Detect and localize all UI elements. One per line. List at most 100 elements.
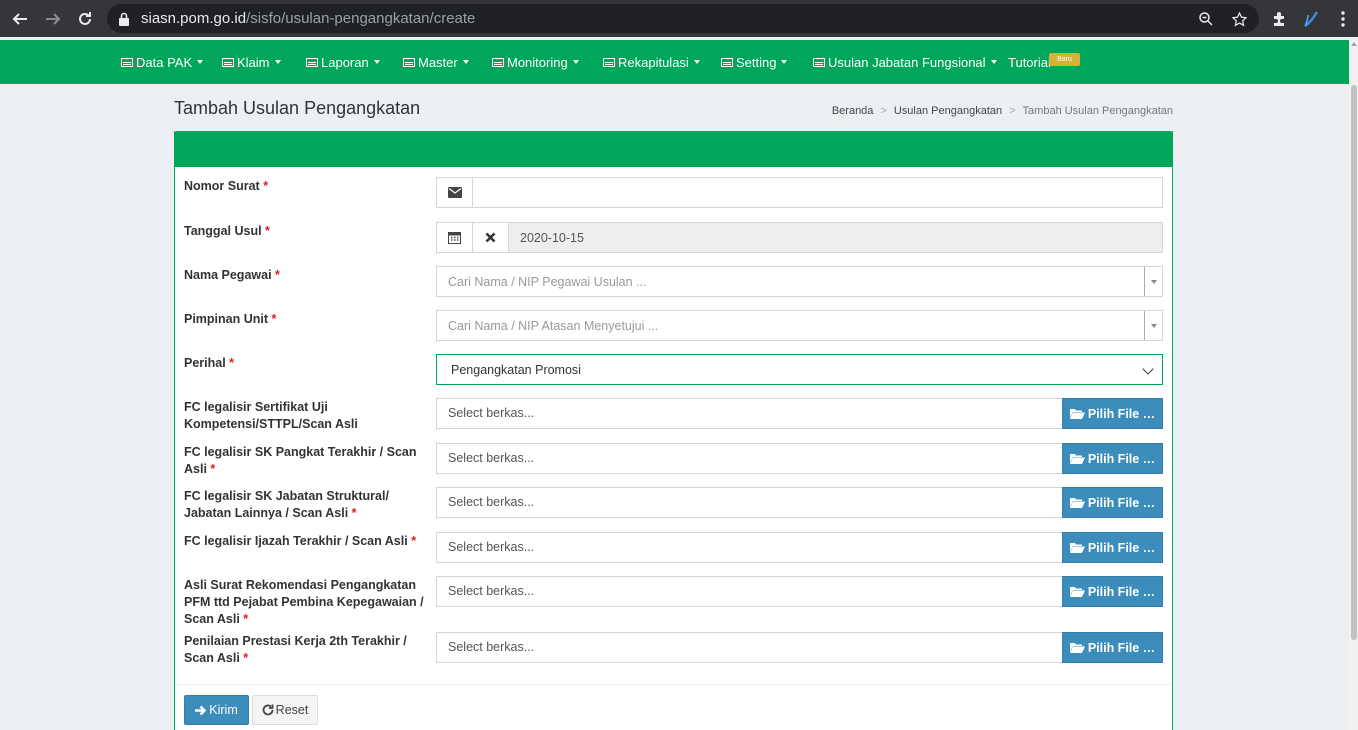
calendar-icon[interactable] — [437, 223, 473, 252]
file-input-sk-pangkat[interactable]: Select berkas... Pilih File … — [436, 443, 1163, 474]
label-file-penilaian-prestasi: Penilaian Prestasi Kerja 2th Terakhir / S… — [184, 634, 407, 665]
nav-item-monitoring[interactable]: Monitoring — [492, 54, 579, 70]
scrollbar-thumb[interactable] — [1351, 85, 1357, 640]
main-navbar: Data PAK Klaim Laporan Master Monitoring… — [0, 40, 1349, 84]
pick-file-button[interactable]: Pilih File … — [1062, 443, 1163, 474]
folder-open-icon — [1069, 586, 1085, 597]
extensions-puzzle-icon[interactable] — [1268, 0, 1290, 37]
envelope-icon — [437, 178, 473, 207]
folder-open-icon — [1069, 642, 1085, 653]
caret-down-icon — [373, 60, 380, 64]
file-placeholder: Select berkas... — [448, 540, 535, 554]
label-nama-pegawai: Nama Pegawai * — [184, 268, 280, 282]
file-input-sertifikat[interactable]: Select berkas... Pilih File … — [436, 398, 1163, 429]
table-icon — [492, 57, 504, 67]
reload-icon[interactable] — [69, 0, 101, 37]
pimpinan-unit-placeholder: Cari Nama / NIP Atasan Menyetujui ... — [448, 318, 659, 333]
nav-item-usulan-jabatan-fungsional[interactable]: Usulan Jabatan Fungsional — [813, 54, 997, 70]
dropdown-arrow-icon[interactable] — [1144, 267, 1162, 296]
caret-down-icon — [462, 60, 469, 64]
back-arrow-icon[interactable] — [4, 0, 36, 37]
extension-swoosh-icon[interactable] — [1300, 0, 1322, 37]
breadcrumb-separator-icon: > — [880, 105, 887, 117]
nav-item-rekapitulasi[interactable]: Rekapitulasi — [603, 54, 700, 70]
pimpinan-unit-select[interactable]: Cari Nama / NIP Atasan Menyetujui ... — [436, 310, 1163, 341]
nav-item-klaim[interactable]: Klaim — [222, 54, 281, 70]
perihal-select[interactable]: Pengangkatan Promosi — [436, 354, 1163, 385]
table-icon — [121, 57, 133, 67]
tanggal-usul-group: 2020-10-15 — [436, 222, 1163, 253]
scroll-up-arrow-icon[interactable] — [1351, 42, 1357, 46]
reset-button[interactable]: Reset — [252, 695, 318, 725]
refresh-icon — [262, 704, 274, 716]
nav-item-tutorial[interactable]: Tutorial — [1008, 54, 1051, 70]
url-text: siasn.pom.go.id/sisfo/usulan-pengangkata… — [141, 10, 476, 27]
bookmark-star-icon[interactable] — [1228, 8, 1250, 30]
form-footer-divider — [175, 684, 1172, 685]
pick-file-button[interactable]: Pilih File … — [1062, 487, 1163, 518]
folder-open-icon — [1069, 453, 1085, 464]
address-bar[interactable]: siasn.pom.go.id/sisfo/usulan-pengangkata… — [107, 4, 1259, 33]
perihal-selected-value: Pengangkatan Promosi — [451, 362, 581, 377]
browser-toolbar: siasn.pom.go.id/sisfo/usulan-pengangkata… — [0, 0, 1358, 37]
menu-kebab-icon[interactable] — [1334, 0, 1352, 37]
table-icon — [721, 57, 733, 67]
pick-file-button[interactable]: Pilih File … — [1062, 576, 1163, 607]
pick-file-button[interactable]: Pilih File … — [1062, 532, 1163, 563]
caret-down-icon — [274, 60, 281, 64]
file-placeholder: Select berkas... — [448, 451, 535, 465]
tanggal-usul-input[interactable]: 2020-10-15 — [509, 223, 1162, 252]
new-badge: Baru — [1049, 53, 1080, 66]
file-input-surat-rekomendasi[interactable]: Select berkas... Pilih File … — [436, 576, 1163, 607]
pick-file-button[interactable]: Pilih File … — [1062, 398, 1163, 429]
caret-down-icon — [572, 60, 579, 64]
page-title: Tambah Usulan Pengangkatan — [174, 98, 421, 118]
breadcrumb-beranda[interactable]: Beranda — [832, 105, 874, 117]
label-nomor-surat: Nomor Surat * — [184, 179, 269, 193]
label-file-sk-jabatan: FC legalisir SK Jabatan Struktural/Jabat… — [184, 489, 389, 520]
arrow-right-icon — [195, 705, 207, 716]
folder-open-icon — [1069, 497, 1085, 508]
file-input-ijazah[interactable]: Select berkas... Pilih File … — [436, 532, 1163, 563]
nav-item-setting[interactable]: Setting — [721, 54, 788, 70]
nomor-surat-group — [436, 177, 1163, 208]
table-icon — [222, 57, 234, 67]
file-placeholder: Select berkas... — [448, 640, 535, 654]
caret-down-icon — [781, 60, 788, 64]
caret-down-icon — [990, 60, 997, 64]
table-icon — [603, 57, 615, 67]
nomor-surat-input[interactable] — [473, 178, 1162, 207]
label-pimpinan-unit: Pimpinan Unit * — [184, 312, 277, 326]
breadcrumb-current: Tambah Usulan Pengangkatan — [1022, 105, 1173, 117]
nav-item-laporan[interactable]: Laporan — [306, 54, 380, 70]
nama-pegawai-placeholder: Cari Nama / NIP Pegawai Usulan ... — [448, 274, 647, 289]
breadcrumb-usulan-pengangkatan[interactable]: Usulan Pengangkatan — [894, 105, 1002, 117]
label-perihal: Perihal * — [184, 356, 235, 370]
clear-x-icon[interactable] — [473, 223, 509, 252]
file-input-penilaian-prestasi[interactable]: Select berkas... Pilih File … — [436, 632, 1163, 663]
nav-item-data-pak[interactable]: Data PAK — [121, 54, 204, 70]
breadcrumb: Beranda > Usulan Pengangkatan > Tambah U… — [832, 105, 1173, 117]
dropdown-arrow-icon[interactable] — [1144, 311, 1162, 340]
table-icon — [403, 57, 415, 67]
table-icon — [306, 57, 318, 67]
lock-icon — [119, 11, 129, 26]
nav-item-master[interactable]: Master — [403, 54, 469, 70]
file-placeholder: Select berkas... — [448, 406, 535, 420]
file-placeholder: Select berkas... — [448, 495, 535, 509]
submit-button[interactable]: Kirim — [184, 695, 249, 725]
caret-down-icon — [197, 60, 204, 64]
file-placeholder: Select berkas... — [448, 584, 535, 598]
label-tanggal-usul: Tanggal Usul * — [184, 224, 270, 238]
label-file-ijazah: FC legalisir Ijazah Terakhir / Scan Asli… — [184, 534, 417, 548]
form-box-header — [174, 131, 1173, 167]
chevron-down-icon — [1142, 363, 1154, 375]
breadcrumb-separator-icon: > — [1009, 105, 1016, 117]
nama-pegawai-select[interactable]: Cari Nama / NIP Pegawai Usulan ... — [436, 266, 1163, 297]
folder-open-icon — [1069, 408, 1085, 419]
file-input-sk-jabatan[interactable]: Select berkas... Pilih File … — [436, 487, 1163, 518]
forward-arrow-icon[interactable] — [37, 0, 69, 37]
zoom-icon[interactable] — [1195, 8, 1217, 30]
label-file-sk-pangkat: FC legalisir SK Pangkat Terakhir / Scan A… — [184, 445, 417, 476]
pick-file-button[interactable]: Pilih File … — [1062, 632, 1163, 663]
